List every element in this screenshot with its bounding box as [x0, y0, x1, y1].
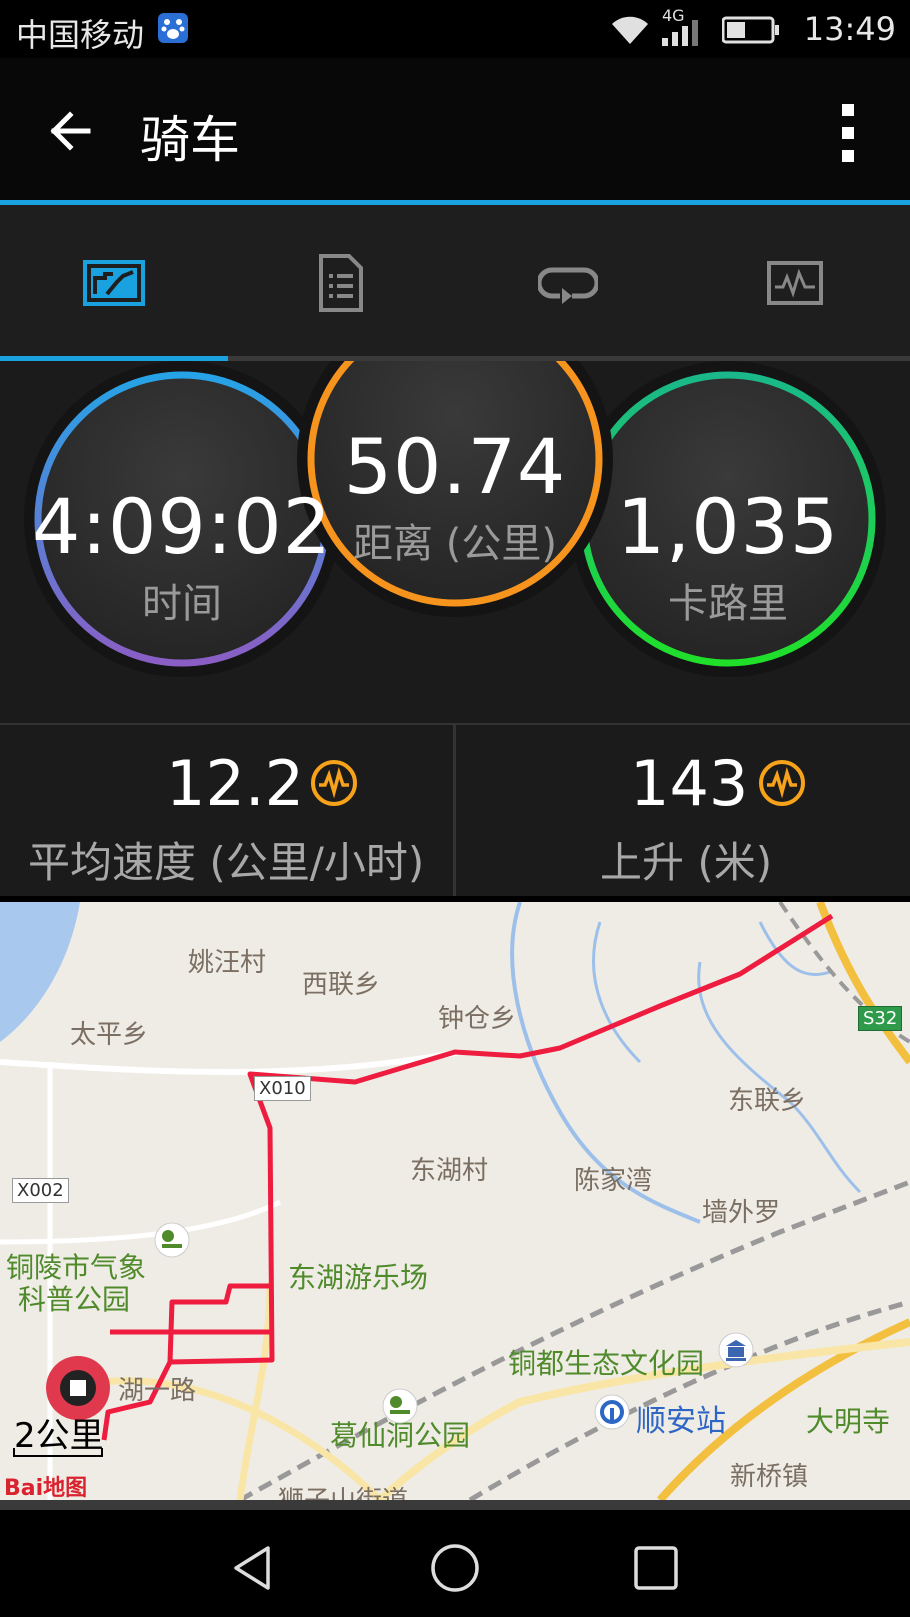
time-gauge: 4:09:02 时间: [32, 489, 332, 629]
calories-gauge: 1,035 卡路里: [578, 489, 878, 629]
stop-icon: [70, 1380, 86, 1396]
nav-home-icon: [431, 1544, 479, 1592]
stats-dashboard-icon: [82, 259, 145, 306]
system-nav-bar: [0, 1510, 910, 1617]
status-icons: 4G 13:49: [580, 0, 910, 58]
map-label-yaowang: 姚汪村: [188, 948, 267, 978]
more-options-button[interactable]: [834, 98, 864, 168]
activity-graph-icon: [766, 260, 823, 305]
avg-speed-label: 平均速度 (公里/小时): [28, 838, 425, 887]
map-label-daming: 大明寺: [806, 1405, 891, 1438]
status-bar: 中国移动 4G 13:49: [0, 0, 910, 58]
nav-recents-button[interactable]: [626, 1538, 686, 1598]
avg-speed-value: 12.2: [166, 747, 305, 820]
document-list-icon: [318, 253, 363, 312]
map-label-qiangwailuo: 墙外罗: [702, 1198, 781, 1228]
map-label-donglian: 东联乡: [728, 1086, 807, 1116]
map-scale-bar: [13, 1448, 103, 1457]
battery-icon: [722, 16, 779, 44]
tab-details[interactable]: [227, 205, 454, 360]
map-label-qixiang-2: 科普公园: [18, 1283, 131, 1316]
nav-back-button[interactable]: [226, 1538, 286, 1598]
map-label-zhongcang: 钟仓乡: [438, 1004, 517, 1034]
loop-repeat-icon: [537, 267, 598, 304]
distance-gauge: 50.74 距离 (公里): [305, 429, 605, 569]
ascent-label: 上升 (米): [600, 838, 773, 887]
calories-value: 1,035: [616, 482, 840, 571]
page-title: 骑车: [140, 111, 240, 169]
map-bottom-edge: [0, 1500, 910, 1510]
map-label-donghu: 东湖村: [410, 1156, 489, 1186]
stats-row: 12.2 平均速度 (公里/小时) 143 上升 (米): [0, 723, 910, 896]
clock: 13:49: [803, 10, 896, 48]
museum-icon: [718, 1332, 754, 1368]
baidu-map-logo: Bai地图: [4, 1476, 88, 1501]
map-label-xilian: 西联乡: [302, 970, 381, 1000]
ascent-value: 143: [630, 747, 749, 820]
route-map[interactable]: 姚汪村 西联乡 太平乡 钟仓乡 东联乡 东湖村 陈家湾 墙外罗 铜陵市气象 科普…: [0, 902, 910, 1500]
map-label-taiping: 太平乡: [70, 1020, 149, 1050]
baidu-app-icon: [158, 13, 188, 43]
summary-gauges: 4:09:02 时间 50.74 距离 (公里) 1,035 卡路里: [0, 361, 910, 723]
pulse-chart-icon: [311, 760, 357, 806]
distance-value: 50.74: [343, 422, 567, 511]
nav-recents-icon: [634, 1546, 678, 1590]
road-tag-s32: S32: [858, 1006, 903, 1031]
train-station-icon: [594, 1394, 630, 1430]
avg-speed-stat[interactable]: 12.2 平均速度 (公里/小时): [0, 725, 453, 896]
signal-icon: [662, 20, 698, 46]
pulse-chart-icon: [759, 760, 805, 806]
carrier-label: 中国移动: [16, 16, 145, 54]
wifi-icon: [612, 16, 648, 44]
map-label-hu-road: 湖一路: [118, 1376, 197, 1406]
nav-back-icon: [234, 1546, 270, 1590]
arrow-back-icon: [50, 111, 91, 151]
map-label-xinqiao: 新桥镇: [730, 1462, 809, 1492]
distance-label: 距离 (公里): [353, 521, 557, 567]
app-bar: 骑车: [0, 58, 910, 200]
map-label-chenjiawan: 陈家湾: [574, 1166, 653, 1196]
road-tag-x010: X010: [254, 1076, 311, 1101]
tab-bar: [0, 205, 910, 360]
tab-stats[interactable]: [0, 205, 227, 360]
more-vertical-icon: [842, 104, 854, 162]
park-icon: [154, 1222, 190, 1258]
nav-home-button[interactable]: [425, 1538, 485, 1598]
map-label-shizishan: 狮子山街道: [278, 1480, 408, 1500]
ascent-stat[interactable]: 143 上升 (米): [456, 725, 910, 896]
map-label-donghu-park: 东湖游乐场: [288, 1261, 429, 1294]
back-button[interactable]: [36, 96, 106, 166]
tab-charts[interactable]: [681, 205, 908, 360]
calories-label: 卡路里: [668, 581, 788, 627]
time-label: 时间: [142, 581, 222, 627]
road-tag-x002: X002: [12, 1178, 69, 1203]
tab-laps[interactable]: [454, 205, 681, 360]
map-label-tongdu: 铜都生态文化园: [508, 1347, 705, 1380]
park-icon: [382, 1388, 418, 1424]
time-value: 4:09:02: [32, 482, 332, 571]
map-label-shunan: 顺安站: [636, 1404, 726, 1439]
